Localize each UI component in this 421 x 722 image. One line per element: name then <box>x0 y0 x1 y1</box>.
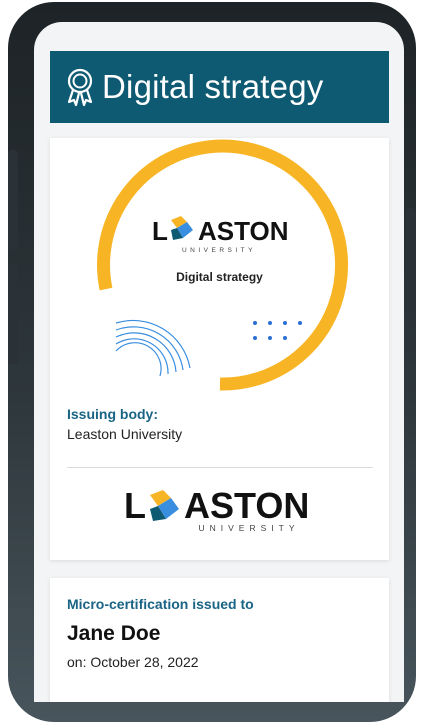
phone-screen: Digital strategy L ASTON UNIVERSITY Digi… <box>34 22 404 702</box>
badge-image: L ASTON UNIVERSITY <box>97 139 349 391</box>
badge-logo-sub: UNIVERSITY <box>182 247 256 254</box>
issuing-body-label: Issuing body: <box>67 406 158 422</box>
issuer-logo-sub: UNIVERSITY <box>198 523 299 533</box>
issuer-logo-word: ASTON <box>184 486 309 526</box>
issuer-logo: L ASTON UNIVERSITY <box>124 486 309 533</box>
badge-logo-initial: L <box>152 216 168 246</box>
badge-logo: L ASTON UNIVERSITY <box>152 216 289 254</box>
issuer-logo-initial: L <box>124 486 146 526</box>
badge-logo-word: ASTON <box>198 216 289 246</box>
phone-power-button <box>406 208 416 312</box>
phone-side-button-lower <box>8 264 18 364</box>
badge-arcs <box>115 319 191 377</box>
badge-ring <box>97 139 349 391</box>
badge-dots <box>253 321 302 340</box>
award-ribbon-icon <box>67 68 93 107</box>
page-title: Digital strategy <box>102 68 324 105</box>
badge-title: Digital strategy <box>176 270 263 284</box>
issuing-body-value: Leaston University <box>67 426 183 442</box>
recipient-card: Micro-certification issued to Jane Doe o… <box>50 578 389 702</box>
recipient-name: Jane Doe <box>67 622 161 645</box>
page-header: Digital strategy <box>50 51 389 123</box>
recipient-label: Micro-certification issued to <box>67 596 254 612</box>
phone-frame: Digital strategy L ASTON UNIVERSITY Digi… <box>8 2 416 722</box>
phone-side-button-upper <box>8 150 18 250</box>
badge-card: L ASTON UNIVERSITY Digital strategy Issu… <box>50 138 389 560</box>
issue-date: on: October 28, 2022 <box>67 654 199 670</box>
divider <box>67 467 373 468</box>
